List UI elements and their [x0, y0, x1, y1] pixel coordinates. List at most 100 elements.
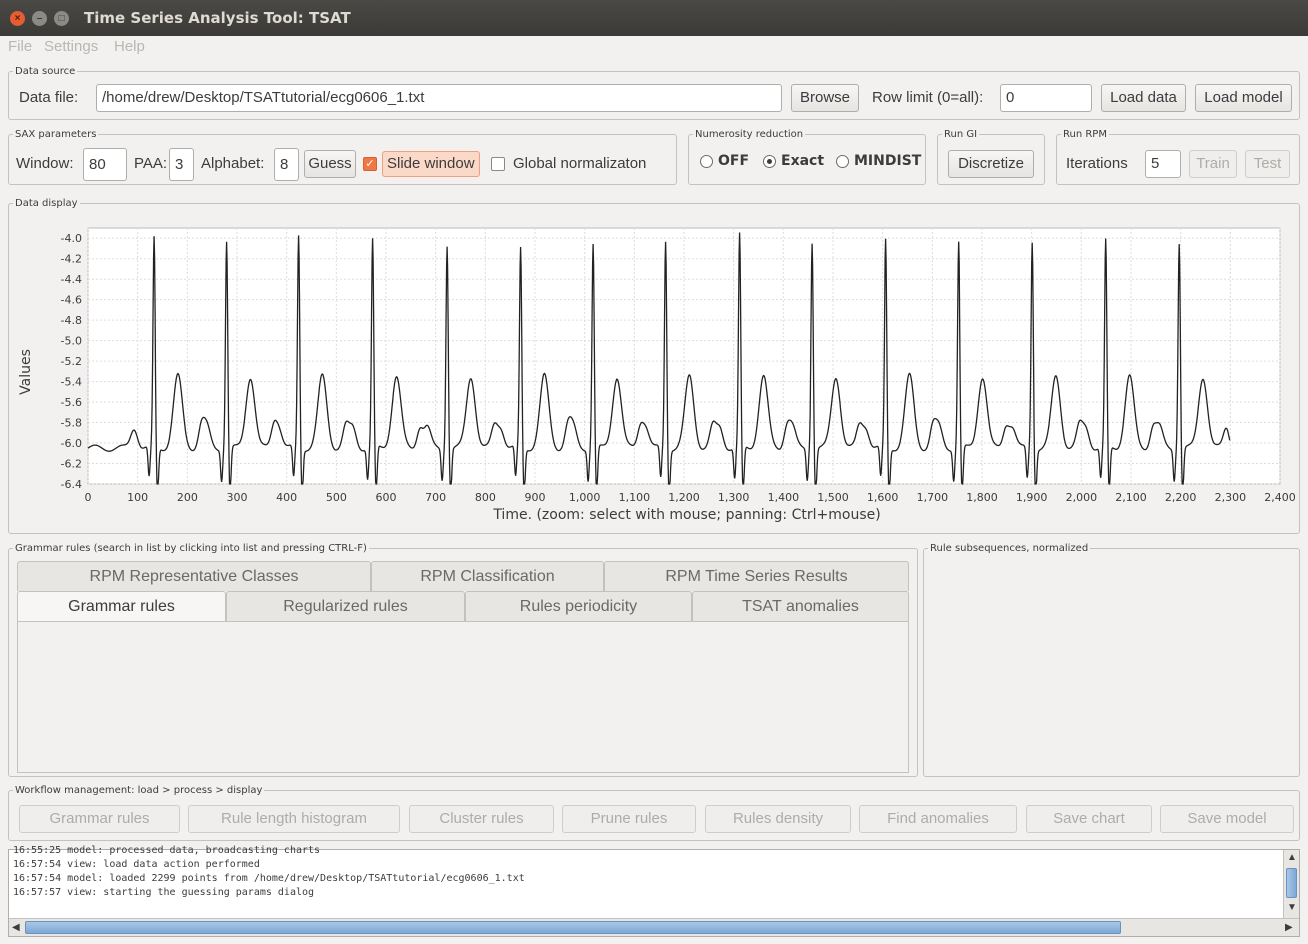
- test-button[interactable]: Test: [1245, 150, 1290, 178]
- paa-input[interactable]: 3: [169, 148, 194, 181]
- menu-settings[interactable]: Settings: [44, 38, 98, 55]
- menu-file[interactable]: File: [8, 38, 32, 55]
- discretize-button[interactable]: Discretize: [948, 150, 1034, 178]
- load-model-button[interactable]: Load model: [1195, 84, 1292, 112]
- tab-rpm-classification[interactable]: RPM Classification: [371, 561, 604, 591]
- x-tick-label: 1,200: [668, 491, 700, 504]
- menu-bar: File Settings Help: [0, 36, 1308, 58]
- tab-grammar-rules[interactable]: Grammar rules: [17, 591, 226, 621]
- tab-rpm-representative-classes[interactable]: RPM Representative Classes: [17, 561, 371, 591]
- alphabet-label: Alphabet:: [201, 155, 265, 172]
- scroll-right-icon[interactable]: ▶: [1285, 922, 1293, 933]
- log-vertical-thumb[interactable]: [1286, 868, 1297, 898]
- scroll-down-icon[interactable]: ▼: [1287, 902, 1297, 913]
- alphabet-input[interactable]: 8: [274, 148, 299, 181]
- rules-density-button[interactable]: Rules density: [705, 805, 851, 833]
- y-tick-label: -5.2: [61, 355, 82, 368]
- minimize-window-icon[interactable]: –: [32, 11, 47, 26]
- sax-legend: SAX parameters: [15, 129, 97, 140]
- x-tick-label: 1,800: [966, 491, 998, 504]
- grammar-rules-list[interactable]: [17, 621, 909, 773]
- window-input[interactable]: 80: [83, 148, 127, 181]
- scroll-left-icon[interactable]: ◀: [12, 922, 20, 933]
- log-horizontal-scrollbar[interactable]: ◀ ▶: [9, 918, 1299, 936]
- x-tick-label: 1,900: [1016, 491, 1048, 504]
- x-tick-label: 500: [326, 491, 347, 504]
- grammar-legend: Grammar rules (search in list by clickin…: [15, 543, 367, 554]
- scroll-up-icon[interactable]: ▲: [1287, 852, 1297, 863]
- slide-window-label[interactable]: Slide window: [382, 151, 480, 177]
- iterations-input[interactable]: 5: [1145, 150, 1181, 178]
- numerosity-off-label[interactable]: OFF: [718, 153, 749, 169]
- cluster-rules-button[interactable]: Cluster rules: [409, 805, 554, 833]
- log-line: 16:57:54 view: load data action performe…: [13, 859, 260, 870]
- load-data-button[interactable]: Load data: [1101, 84, 1186, 112]
- find-anomalies-button[interactable]: Find anomalies: [859, 805, 1017, 833]
- x-tick-label: 2,400: [1264, 491, 1296, 504]
- tab-tsat-anomalies[interactable]: TSAT anomalies: [692, 591, 909, 621]
- maximize-window-icon[interactable]: □: [54, 11, 69, 26]
- x-tick-label: 700: [425, 491, 446, 504]
- guess-button[interactable]: Guess: [304, 150, 356, 178]
- numerosity-mindist-label[interactable]: MINDIST: [854, 153, 921, 169]
- x-tick-label: 200: [177, 491, 198, 504]
- run-rpm-legend: Run RPM: [1063, 129, 1107, 140]
- tab-rules-periodicity[interactable]: Rules periodicity: [465, 591, 692, 621]
- data-file-label: Data file:: [19, 89, 79, 106]
- x-axis-label: Time. (zoom: select with mouse; panning:…: [492, 507, 880, 523]
- global-normalization-label[interactable]: Global normalizaton: [513, 155, 646, 172]
- iterations-label: Iterations: [1066, 155, 1128, 172]
- tab-regularized-rules[interactable]: Regularized rules: [226, 591, 465, 621]
- y-tick-label: -6.4: [61, 478, 82, 491]
- x-tick-label: 1,100: [619, 491, 651, 504]
- tab-rpm-time-series-results[interactable]: RPM Time Series Results: [604, 561, 909, 591]
- y-tick-label: -5.4: [61, 376, 82, 389]
- y-tick-label: -6.0: [61, 437, 82, 450]
- numerosity-exact-label[interactable]: Exact: [781, 153, 824, 169]
- paa-label: PAA:: [134, 155, 168, 172]
- y-tick-label: -4.0: [61, 232, 82, 245]
- x-tick-label: 1,500: [817, 491, 849, 504]
- rule-length-histogram-button[interactable]: Rule length histogram: [188, 805, 400, 833]
- menu-help[interactable]: Help: [114, 38, 145, 55]
- save-model-button[interactable]: Save model: [1160, 805, 1294, 833]
- log-line: 16:57:54 model: loaded 2299 points from …: [13, 873, 525, 884]
- x-tick-label: 2,300: [1215, 491, 1247, 504]
- x-tick-label: 1,600: [867, 491, 899, 504]
- x-tick-label: 800: [475, 491, 496, 504]
- log-horizontal-thumb[interactable]: [25, 921, 1121, 934]
- y-tick-label: -4.8: [61, 314, 82, 327]
- x-tick-label: 600: [376, 491, 397, 504]
- y-tick-label: -5.6: [61, 396, 82, 409]
- prune-rules-button[interactable]: Prune rules: [562, 805, 696, 833]
- slide-window-checkbox[interactable]: ✓: [363, 157, 377, 171]
- log-line: 16:57:57 view: starting the guessing par…: [13, 887, 315, 898]
- x-tick-label: 1,300: [718, 491, 750, 504]
- numerosity-exact-radio[interactable]: [763, 155, 776, 168]
- grammar-rules-button[interactable]: Grammar rules: [19, 805, 180, 833]
- train-button[interactable]: Train: [1189, 150, 1237, 178]
- log-console[interactable]: 16:55:25 model: processed data, broadcas…: [8, 845, 1300, 937]
- numerosity-legend: Numerosity reduction: [695, 129, 804, 140]
- numerosity-off-radio[interactable]: [700, 155, 713, 168]
- global-normalization-checkbox[interactable]: [491, 157, 505, 171]
- x-tick-label: 400: [276, 491, 297, 504]
- row-limit-label: Row limit (0=all):: [872, 89, 984, 106]
- numerosity-mindist-radio[interactable]: [836, 155, 849, 168]
- data-file-input[interactable]: /home/drew/Desktop/TSATtutorial/ecg0606_…: [96, 84, 782, 112]
- browse-button[interactable]: Browse: [791, 84, 859, 112]
- x-tick-label: 1,000: [569, 491, 601, 504]
- y-tick-label: -4.6: [61, 294, 82, 307]
- data-display-legend: Data display: [15, 198, 78, 209]
- save-chart-button[interactable]: Save chart: [1026, 805, 1152, 833]
- log-vertical-scrollbar[interactable]: ▲ ▼: [1283, 850, 1299, 918]
- x-tick-label: 2,200: [1165, 491, 1197, 504]
- close-window-icon[interactable]: ×: [10, 11, 25, 26]
- ecg-time-series-chart[interactable]: -4.0 -4.2 -4.4 -4.6 -4.8 -5.0 -5.2 -5.4 -5.6 -5.8…: [16, 212, 1296, 528]
- data-source-legend: Data source: [15, 66, 76, 77]
- x-tick-label: 1,700: [917, 491, 949, 504]
- row-limit-input[interactable]: 0: [1000, 84, 1092, 112]
- window-label: Window:: [16, 155, 74, 172]
- x-tick-label: 100: [127, 491, 148, 504]
- rule-subsequences-panel: Rule subsequences, normalized: [923, 543, 1300, 777]
